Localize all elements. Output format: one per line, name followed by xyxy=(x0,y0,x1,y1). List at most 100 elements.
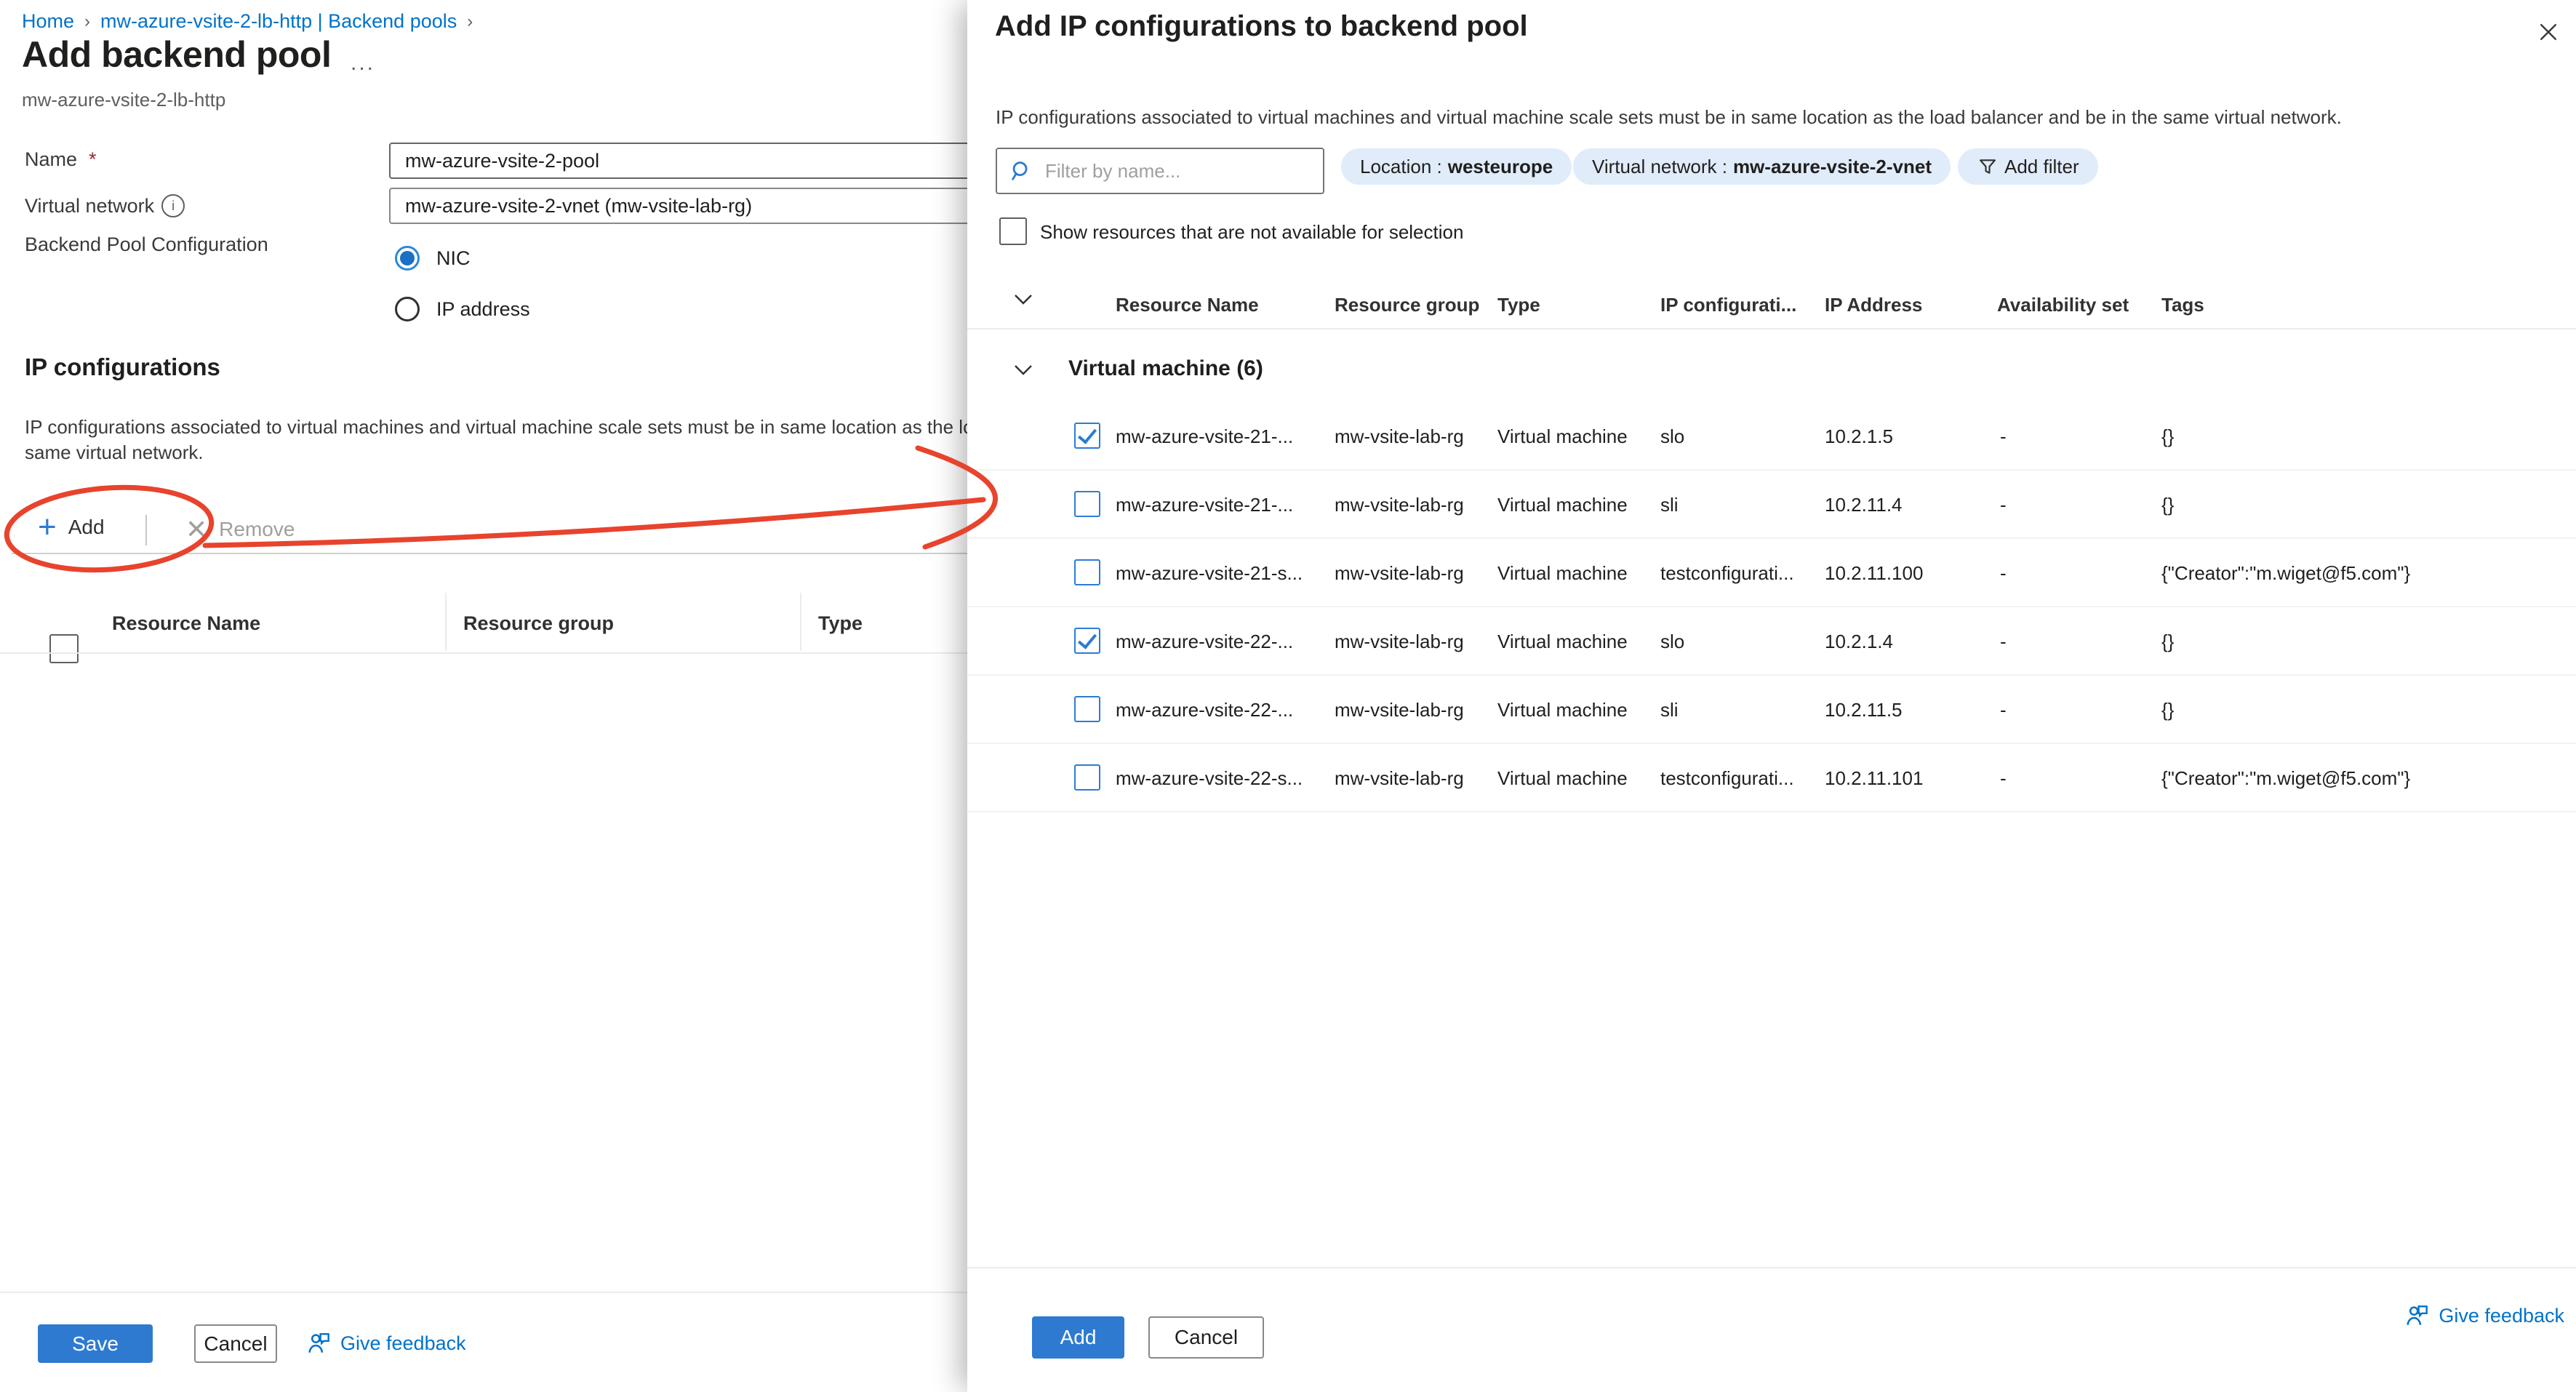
virtual-network-label: Virtual network i xyxy=(25,194,185,217)
give-feedback-link[interactable]: Give feedback xyxy=(305,1329,466,1357)
show-unavailable-checkbox[interactable] xyxy=(999,217,1027,245)
column-header-resource-group[interactable]: Resource group xyxy=(463,612,614,635)
virtual-network-filter-value: mw-azure-vsite-2-vnet xyxy=(1733,156,1932,178)
footer-separator xyxy=(0,1292,967,1293)
cell-availability-set: - xyxy=(2000,699,2007,721)
row-checkbox[interactable] xyxy=(1074,764,1100,791)
column-divider xyxy=(800,593,801,651)
breadcrumb-loadbalancer-link[interactable]: mw-azure-vsite-2-lb-http | Backend pools xyxy=(100,10,457,33)
add-filter-pill[interactable]: Add filter xyxy=(1958,148,2098,185)
close-icon[interactable] xyxy=(2532,16,2564,48)
remove-button[interactable]: ✕ Remove xyxy=(185,516,295,543)
row-checkbox[interactable] xyxy=(1074,628,1100,654)
cell-tags: {"Creator":"m.wiget@f5.com"} xyxy=(2161,767,2410,790)
toolbar-divider xyxy=(145,515,147,545)
select-all-checkbox[interactable] xyxy=(49,634,79,663)
add-button-label: Add xyxy=(68,516,105,539)
cell-availability-set: - xyxy=(2000,494,2007,516)
cell-resource-group: mw-vsite-lab-rg xyxy=(1335,631,1464,653)
ip-configurations-description-line2: same virtual network. xyxy=(25,441,204,464)
column-header-resource-group[interactable]: Resource group xyxy=(1335,294,1479,316)
virtual-machine-group-label[interactable]: Virtual machine (6) xyxy=(1068,356,1263,381)
cell-type: Virtual machine xyxy=(1497,699,1628,721)
backend-pool-configuration-label: Backend Pool Configuration xyxy=(25,233,268,256)
cell-availability-set: - xyxy=(2000,562,2007,585)
cell-ip-address: 10.2.11.4 xyxy=(1825,494,1903,516)
feedback-icon xyxy=(305,1329,333,1357)
cell-type: Virtual machine xyxy=(1497,425,1628,448)
column-header-tags[interactable]: Tags xyxy=(2161,294,2204,316)
column-header-availability-set[interactable]: Availability set xyxy=(1997,294,2129,316)
column-header-type[interactable]: Type xyxy=(818,612,863,635)
collapse-all-chevron-icon[interactable] xyxy=(1012,291,1034,311)
cell-availability-set: - xyxy=(2000,425,2007,448)
nic-radio-label[interactable]: NIC xyxy=(436,247,471,270)
cancel-button[interactable]: Cancel xyxy=(194,1324,277,1363)
table-row[interactable]: mw-azure-vsite-21-... mw-vsite-lab-rg Vi… xyxy=(967,471,2576,539)
table-row[interactable]: mw-azure-vsite-22-s... mw-vsite-lab-rg V… xyxy=(967,744,2576,812)
ip-address-radio[interactable] xyxy=(395,297,420,321)
row-checkbox[interactable] xyxy=(1074,696,1100,722)
cell-resource-name: mw-azure-vsite-21-... xyxy=(1116,425,1293,448)
cell-ip-configuration: sli xyxy=(1660,494,1679,516)
column-header-resource-name[interactable]: Resource Name xyxy=(112,612,260,635)
location-filter-value: westeurope xyxy=(1448,156,1553,178)
cell-resource-group: mw-vsite-lab-rg xyxy=(1335,767,1464,790)
cell-resource-group: mw-vsite-lab-rg xyxy=(1335,494,1464,516)
remove-button-label: Remove xyxy=(219,518,295,541)
ip-address-radio-label[interactable]: IP address xyxy=(436,298,530,321)
table-row[interactable]: mw-azure-vsite-22-... mw-vsite-lab-rg Vi… xyxy=(967,676,2576,744)
cell-resource-group: mw-vsite-lab-rg xyxy=(1335,562,1464,585)
cell-availability-set: - xyxy=(2000,631,2007,653)
column-header-ip-address[interactable]: IP Address xyxy=(1825,294,1922,316)
cell-ip-address: 10.2.1.5 xyxy=(1825,425,1893,448)
add-filter-label: Add filter xyxy=(2004,156,2079,178)
virtual-network-filter-label: Virtual network : xyxy=(1592,156,1727,178)
feedback-icon xyxy=(2404,1302,2431,1329)
filter-by-name-input[interactable]: Filter by name... xyxy=(996,148,1324,194)
cell-type: Virtual machine xyxy=(1497,494,1628,516)
panel-cancel-button[interactable]: Cancel xyxy=(1148,1316,1264,1359)
row-checkbox[interactable] xyxy=(1074,423,1100,449)
panel-give-feedback-link[interactable]: Give feedback xyxy=(2404,1302,2564,1329)
table-row[interactable]: mw-azure-vsite-21-... mw-vsite-lab-rg Vi… xyxy=(967,402,2576,471)
remove-x-icon: ✕ xyxy=(185,516,207,543)
table-row[interactable]: mw-azure-vsite-22-... mw-vsite-lab-rg Vi… xyxy=(967,607,2576,676)
cell-tags: {"Creator":"m.wiget@f5.com"} xyxy=(2161,562,2410,585)
search-icon xyxy=(1009,159,1033,183)
virtual-network-filter-pill[interactable]: Virtual network : mw-azure-vsite-2-vnet xyxy=(1573,148,1951,185)
give-feedback-label: Give feedback xyxy=(340,1332,466,1355)
more-options-button[interactable]: ... xyxy=(351,51,375,76)
show-unavailable-label[interactable]: Show resources that are not available fo… xyxy=(1040,221,1463,244)
breadcrumb-home-link[interactable]: Home xyxy=(22,10,74,33)
column-header-resource-name[interactable]: Resource Name xyxy=(1116,294,1259,316)
filter-placeholder: Filter by name... xyxy=(1045,160,1180,183)
required-asterisk: * xyxy=(89,148,97,171)
virtual-machine-group-chevron-icon[interactable] xyxy=(1012,361,1034,381)
cell-resource-name: mw-azure-vsite-21-... xyxy=(1116,494,1293,516)
nic-radio[interactable] xyxy=(395,246,420,271)
row-checkbox[interactable] xyxy=(1074,491,1100,517)
filter-funnel-icon xyxy=(1977,156,1999,177)
column-header-type[interactable]: Type xyxy=(1497,294,1540,316)
cell-type: Virtual machine xyxy=(1497,767,1628,790)
row-checkbox[interactable] xyxy=(1074,559,1100,585)
info-icon[interactable]: i xyxy=(161,194,185,217)
save-button[interactable]: Save xyxy=(38,1324,153,1363)
cell-ip-configuration: sli xyxy=(1660,699,1679,721)
panel-title: Add IP configurations to backend pool xyxy=(995,10,1528,43)
add-button[interactable]: + Add xyxy=(38,514,105,540)
cell-resource-name: mw-azure-vsite-21-s... xyxy=(1116,562,1303,585)
cell-ip-configuration: slo xyxy=(1660,631,1684,653)
panel-give-feedback-label: Give feedback xyxy=(2439,1305,2564,1327)
name-label: Name * xyxy=(25,148,97,171)
cell-resource-name: mw-azure-vsite-22-s... xyxy=(1116,767,1303,790)
cell-tags: {} xyxy=(2161,631,2174,653)
location-filter-pill[interactable]: Location : westeurope xyxy=(1341,148,1572,185)
table-row[interactable]: mw-azure-vsite-21-s... mw-vsite-lab-rg V… xyxy=(967,539,2576,607)
cell-ip-address: 10.2.11.101 xyxy=(1825,767,1923,790)
virtual-network-label-text: Virtual network xyxy=(25,195,154,217)
backend-pool-configuration-label-text: Backend Pool Configuration xyxy=(25,233,268,256)
panel-add-button[interactable]: Add xyxy=(1032,1316,1124,1359)
column-header-ip-configuration[interactable]: IP configurati... xyxy=(1660,294,1796,316)
